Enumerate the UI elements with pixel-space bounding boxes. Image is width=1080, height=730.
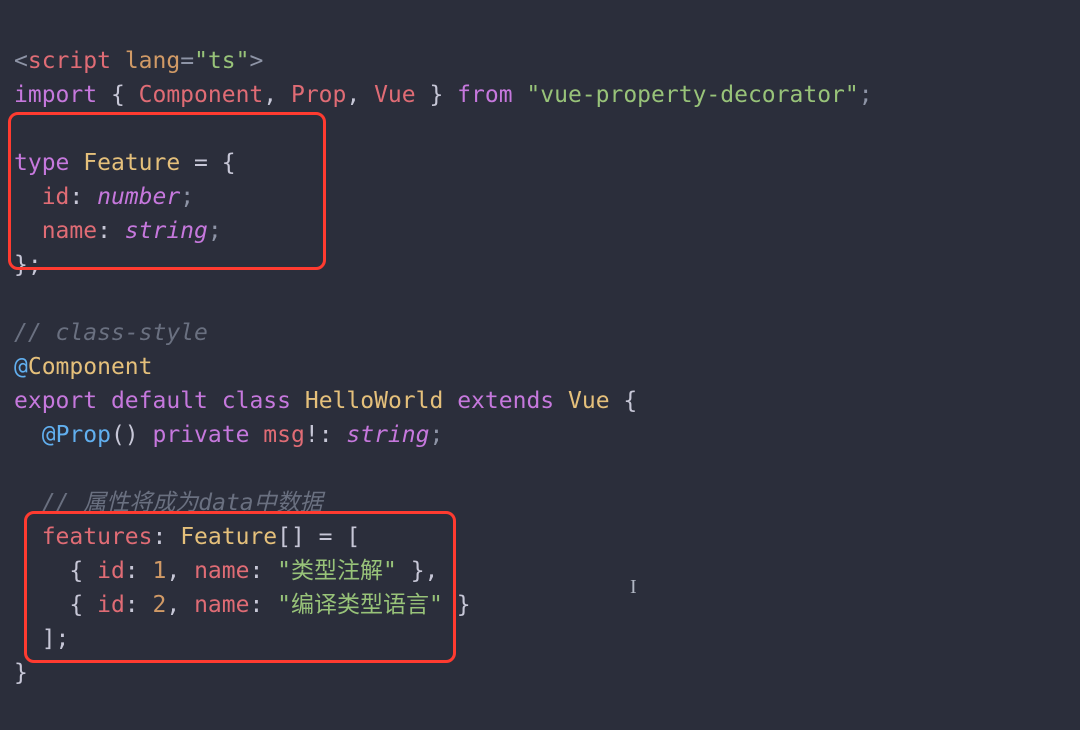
code-line: @Prop() private msg!: string;	[14, 422, 443, 448]
code-line: name: string;	[14, 218, 222, 244]
code-line: id: number;	[14, 184, 194, 210]
code-editor[interactable]: <script lang="ts"> import { Component, P…	[0, 0, 1080, 730]
code-line: ];	[14, 626, 69, 652]
code-line: features: Feature[] = [	[14, 524, 360, 550]
text-cursor-icon: I	[630, 570, 637, 604]
code-line: { id: 2, name: "编译类型语言" }	[14, 592, 471, 618]
code-line: }	[14, 660, 28, 686]
code-line: @Component	[14, 354, 152, 380]
code-line: // class-style	[14, 320, 208, 346]
code-line: <script lang="ts">	[14, 48, 263, 74]
code-line: { id: 1, name: "类型注解" },	[14, 558, 438, 584]
code-line: };	[14, 252, 42, 278]
code-line: // 属性将成为data中数据	[14, 490, 323, 516]
code-line: export default class HelloWorld extends …	[14, 388, 637, 414]
code-line: import { Component, Prop, Vue } from "vu…	[14, 82, 873, 108]
code-line: type Feature = {	[14, 150, 236, 176]
